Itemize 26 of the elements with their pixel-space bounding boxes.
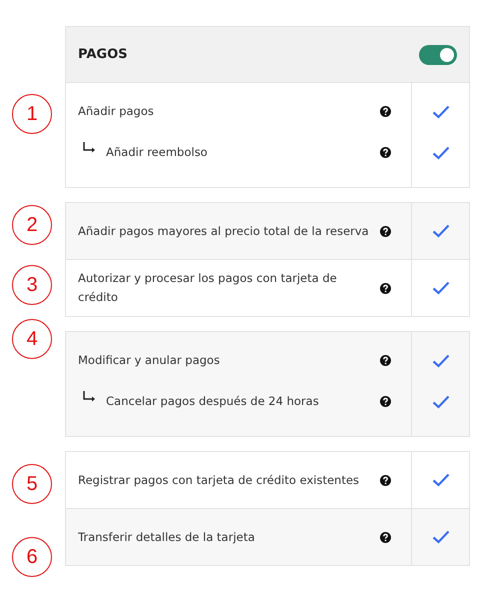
help-icon[interactable] — [380, 106, 391, 117]
permission-label: Autorizar y procesar los pagos con tarjeta de crédito — [78, 270, 338, 306]
callout-number: 1 — [12, 94, 52, 134]
return-arrow-icon — [82, 142, 96, 154]
help-icon[interactable] — [380, 474, 391, 486]
permission-label: Transferir detalles de la tarjeta — [78, 528, 256, 546]
permission-label: Añadir pagos — [78, 103, 155, 120]
callout-number: 5 — [12, 464, 52, 504]
section-title: PAGOS — [78, 47, 128, 62]
toggle-switch[interactable] — [419, 44, 457, 64]
callout-number: 6 — [12, 537, 52, 577]
permission-label: Añadir pagos mayores al precio total de la reserva — [78, 222, 370, 240]
help-icon[interactable] — [380, 396, 391, 407]
permission-label: Cancelar pagos después de 24 horas — [106, 393, 320, 410]
callout-number: 4 — [12, 319, 52, 359]
return-arrow-icon — [82, 390, 96, 402]
help-icon[interactable] — [380, 355, 391, 366]
help-icon[interactable] — [380, 226, 391, 236]
permission-label: Modificar y anular pagos — [78, 352, 221, 369]
help-icon[interactable] — [380, 282, 391, 294]
callout-number: 3 — [12, 265, 52, 305]
permission-label: Añadir reembolso — [106, 144, 208, 161]
help-icon[interactable] — [380, 147, 391, 158]
callout-number: 2 — [12, 205, 52, 245]
permission-label: Registrar pagos con tarjeta de crédito existentes — [78, 472, 360, 488]
help-icon[interactable] — [380, 532, 391, 542]
